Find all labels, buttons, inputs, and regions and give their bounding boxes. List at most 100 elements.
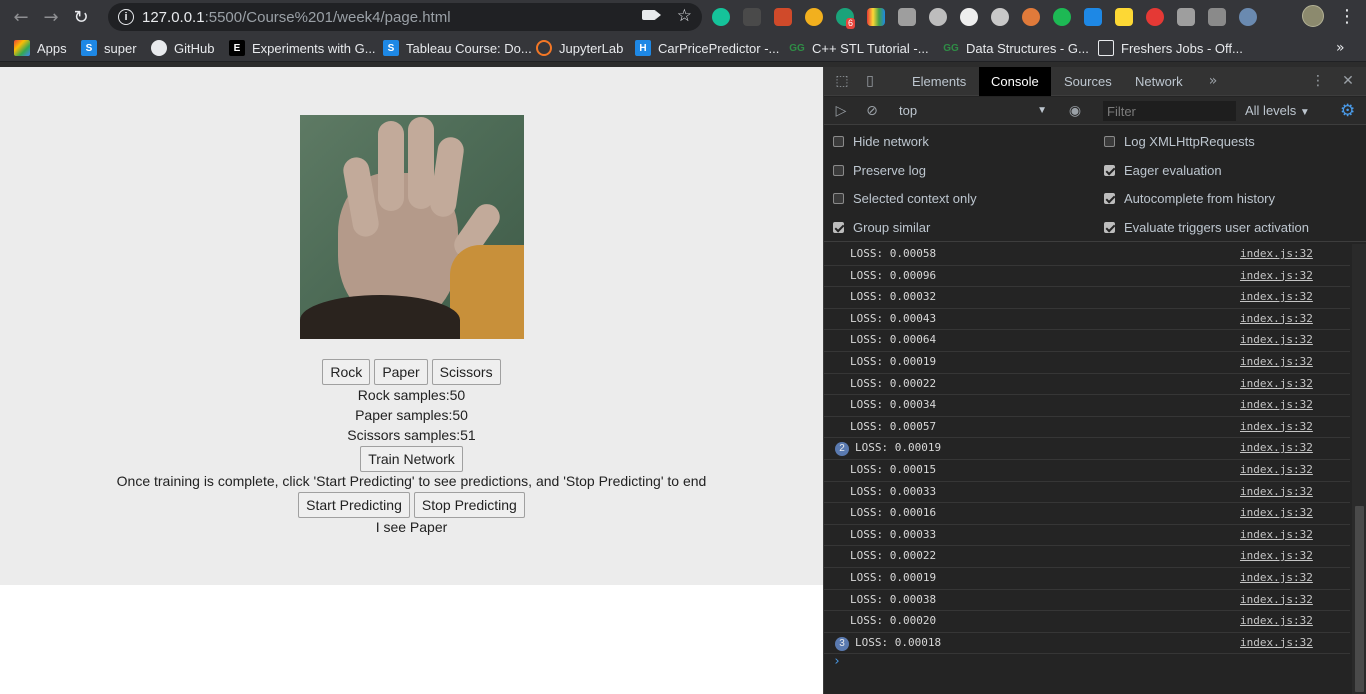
checkbox[interactable]	[1104, 136, 1115, 147]
source-link[interactable]: index.js:32	[1240, 309, 1313, 329]
source-link[interactable]: index.js:32	[1240, 330, 1313, 350]
scrollbar-thumb[interactable]	[1355, 506, 1364, 692]
checkbox[interactable]	[1104, 222, 1115, 233]
checkbox[interactable]	[1104, 165, 1115, 176]
option-preserve-log[interactable]: Preserve log	[833, 163, 926, 178]
log-levels-dropdown[interactable]: All levels ▼	[1245, 101, 1310, 123]
compass-extension-icon[interactable]	[805, 8, 823, 26]
bookmark-cpp-stl[interactable]: GG C++ STL Tutorial -...	[783, 37, 935, 59]
tab-elements[interactable]: Elements	[900, 67, 978, 96]
console-scrollbar[interactable]	[1352, 244, 1366, 694]
stats-extension-icon[interactable]	[1208, 8, 1226, 26]
bookmark-freshers-jobs[interactable]: Freshers Jobs - Off...	[1092, 37, 1249, 59]
address-bar[interactable]: i 127.0.0.1:5500/Course%201/week4/page.h…	[108, 3, 702, 31]
stop-predicting-button[interactable]: Stop Predicting	[413, 492, 525, 518]
chat-extension-icon[interactable]	[991, 8, 1009, 26]
record-extension-icon[interactable]	[960, 8, 978, 26]
source-link[interactable]: index.js:32	[1240, 482, 1313, 502]
fonts-extension-icon[interactable]	[898, 8, 916, 26]
option-log-xmlhttprequests[interactable]: Log XMLHttpRequests	[1104, 134, 1255, 149]
console-filter-input[interactable]	[1103, 101, 1236, 121]
console-prompt[interactable]: ›	[833, 654, 841, 669]
grammarly-icon[interactable]	[712, 8, 730, 26]
bookmark-tableau[interactable]: S Tableau Course: Do...	[377, 37, 538, 59]
bookmarks-overflow-icon[interactable]: »	[1336, 40, 1345, 56]
bookmark-jupyterlab[interactable]: JupyterLab	[530, 37, 629, 59]
devtools-menu-icon[interactable]: ⋮	[1310, 73, 1326, 89]
reload-icon[interactable]: ↻	[66, 3, 96, 31]
start-predicting-button[interactable]: Start Predicting	[298, 492, 410, 518]
checkbox[interactable]	[833, 165, 844, 176]
bookmark-apps[interactable]: Apps	[8, 37, 73, 59]
source-link[interactable]: index.js:32	[1240, 503, 1313, 523]
source-link[interactable]: index.js:32	[1240, 417, 1313, 437]
camera-icon[interactable]	[642, 10, 661, 20]
source-link[interactable]: index.js:32	[1240, 611, 1313, 631]
checkbox[interactable]	[833, 193, 844, 204]
source-link[interactable]: index.js:32	[1240, 374, 1313, 394]
forward-arrow-icon[interactable]: →	[36, 3, 66, 31]
inspect-element-icon[interactable]: ⬚	[834, 73, 850, 89]
bookmark-carpricepredictor[interactable]: H CarPricePredictor -...	[629, 37, 785, 59]
bookmark-experiments[interactable]: E Experiments with G...	[223, 37, 382, 59]
bookmark-data-structures[interactable]: GG Data Structures - G...	[937, 37, 1095, 59]
site-info-icon[interactable]: i	[118, 9, 134, 25]
option-evaluate-triggers[interactable]: Evaluate triggers user activation	[1104, 220, 1309, 235]
source-link[interactable]: index.js:32	[1240, 287, 1313, 307]
clear-console-icon[interactable]: ⊘	[864, 103, 880, 119]
source-link[interactable]: index.js:32	[1240, 546, 1313, 566]
sidebar-toggle-icon[interactable]: ▷	[833, 103, 849, 119]
source-link[interactable]: index.js:32	[1240, 244, 1313, 264]
source-link[interactable]: index.js:32	[1240, 568, 1313, 588]
back-arrow-icon[interactable]: ←	[6, 3, 36, 31]
adblock-extension-icon[interactable]: 6	[836, 8, 856, 29]
option-group-similar[interactable]: Group similar	[833, 220, 930, 235]
train-network-button[interactable]: Train Network	[360, 446, 463, 472]
option-selected-context-only[interactable]: Selected context only	[833, 191, 977, 206]
tab-extension-icon[interactable]	[1177, 8, 1195, 26]
office-extension-icon[interactable]	[774, 8, 792, 26]
source-link[interactable]: index.js:32	[1240, 352, 1313, 372]
checkbox[interactable]	[833, 136, 844, 147]
source-link[interactable]: index.js:32	[1240, 525, 1313, 545]
source-link[interactable]: index.js:32	[1240, 266, 1313, 286]
url-text[interactable]: 127.0.0.1:5500/Course%201/week4/page.htm…	[142, 9, 451, 26]
close-devtools-icon[interactable]: ✕	[1340, 73, 1356, 89]
source-link[interactable]: index.js:32	[1240, 460, 1313, 480]
source-link[interactable]: index.js:32	[1240, 633, 1313, 653]
tab-sources[interactable]: Sources	[1052, 67, 1124, 96]
window-extension-icon[interactable]	[1084, 8, 1102, 26]
live-expression-eye-icon[interactable]: ◉	[1067, 103, 1083, 119]
bookmark-super[interactable]: Ssuper	[75, 37, 143, 59]
paper-button[interactable]: Paper	[374, 359, 428, 385]
more-menu-icon[interactable]: ⋮	[1338, 6, 1356, 27]
evernote-extension-icon[interactable]	[1053, 8, 1071, 26]
santa-extension-icon[interactable]	[1146, 8, 1164, 26]
owl-extension-icon[interactable]	[1022, 8, 1040, 26]
bookmark-star-icon[interactable]: ☆	[677, 6, 692, 26]
checkbox[interactable]	[833, 222, 844, 233]
url-host: 127.0.0.1	[142, 8, 205, 26]
source-link[interactable]: index.js:32	[1240, 438, 1313, 458]
checkbox[interactable]	[1104, 193, 1115, 204]
option-eager-evaluation[interactable]: Eager evaluation	[1104, 163, 1222, 178]
profile-avatar[interactable]	[1302, 5, 1324, 27]
option-hide-network[interactable]: Hide network	[833, 134, 929, 149]
search-extension-icon[interactable]	[1239, 8, 1257, 26]
more-tabs-icon[interactable]: »	[1205, 73, 1221, 89]
source-link[interactable]: index.js:32	[1240, 395, 1313, 415]
device-toolbar-icon[interactable]: ▯	[862, 73, 878, 89]
source-link[interactable]: index.js:32	[1240, 590, 1313, 610]
tab-console[interactable]: Console	[979, 67, 1051, 96]
color-picker-icon[interactable]	[867, 8, 885, 26]
bookmark-github[interactable]: GitHub	[145, 37, 220, 59]
gear-icon[interactable]: ⚙	[1340, 102, 1358, 120]
context-selector[interactable]: top ▼	[899, 101, 1047, 121]
flipkart-extension-icon[interactable]	[1115, 8, 1133, 26]
tab-network[interactable]: Network	[1123, 67, 1195, 96]
idea-extension-icon[interactable]	[929, 8, 947, 26]
css-extension-icon[interactable]	[743, 8, 761, 26]
scissors-button[interactable]: Scissors	[431, 359, 501, 385]
rock-button[interactable]: Rock	[322, 359, 371, 385]
option-autocomplete-history[interactable]: Autocomplete from history	[1104, 191, 1275, 206]
